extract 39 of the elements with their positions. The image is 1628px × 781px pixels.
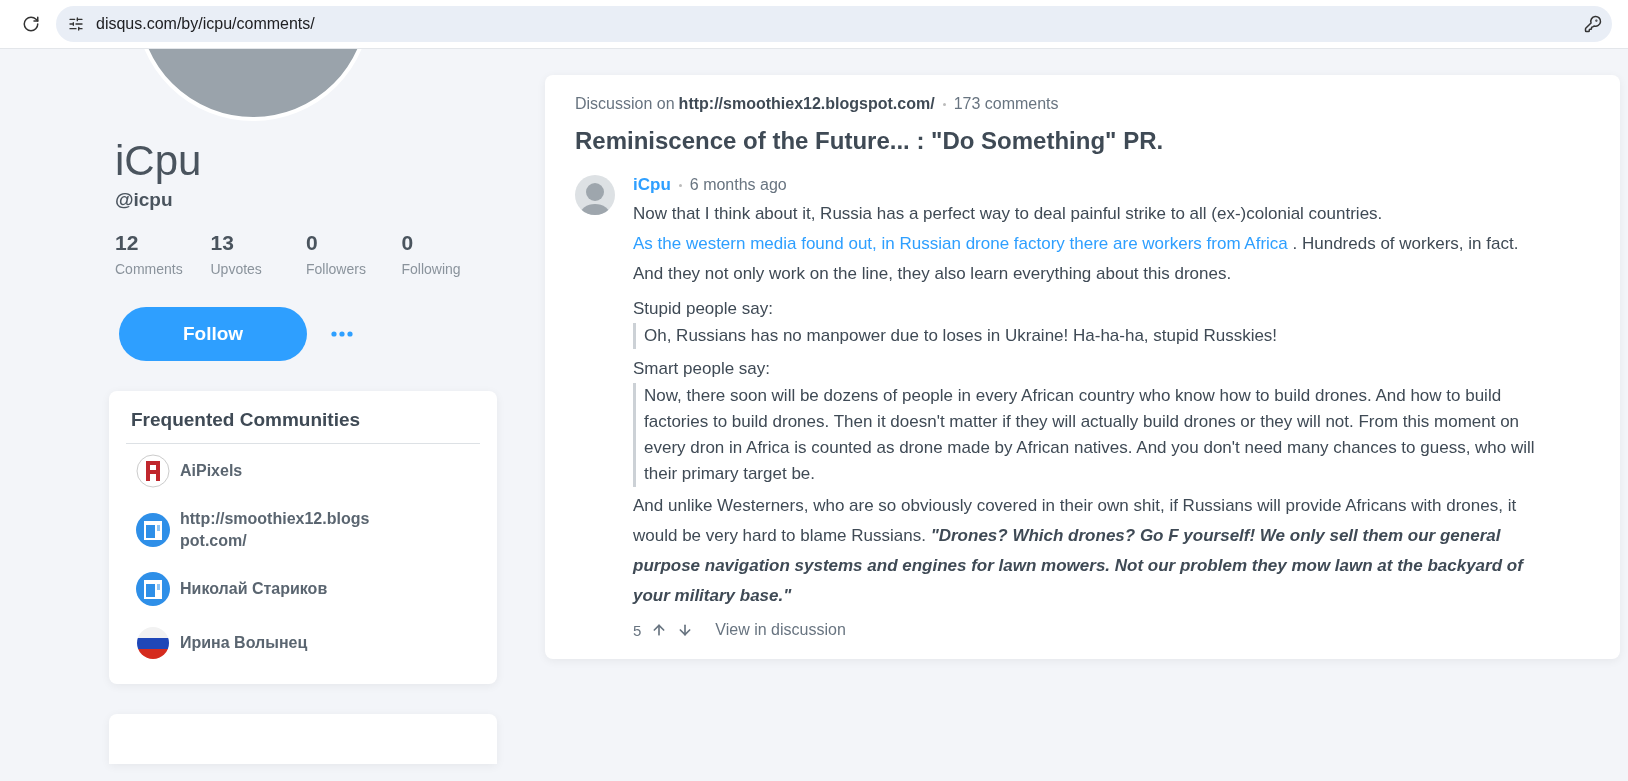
- profile-handle: @icpu: [115, 189, 174, 211]
- webpage-icon: [136, 513, 170, 547]
- key-icon[interactable]: [1584, 15, 1602, 33]
- stat-value: 0: [401, 231, 415, 255]
- comment-time: 6 months ago: [689, 176, 787, 194]
- discussion-prefix: Discussion on: [575, 95, 675, 113]
- site-link[interactable]: http://smoothiex12.blogspot.com/: [678, 95, 935, 113]
- letter-a-pixel-icon: [136, 454, 170, 488]
- user-avatar: [575, 175, 615, 215]
- stat-value: 12: [115, 231, 140, 255]
- stat-label: Comments: [115, 261, 184, 277]
- community-link[interactable]: Ирина Волынец: [180, 632, 370, 654]
- community-link[interactable]: AiPixels: [180, 460, 370, 482]
- profile-name: iCpu: [115, 137, 203, 185]
- stat-value: 0: [306, 231, 319, 255]
- stat-label: Following: [401, 261, 462, 277]
- address-bar[interactable]: disqus.com/by/icpu/comments/: [56, 6, 1612, 42]
- community-link[interactable]: Николай Стариков: [180, 578, 370, 600]
- quote-intro: Stupid people say:: [633, 298, 774, 320]
- stat-label: Upvotes: [210, 261, 263, 277]
- reload-icon[interactable]: [22, 15, 40, 33]
- block-quote: Oh, Russians has no manpower due to loses in Ukraine! Ha-ha-ha, stupid Russkies!: [633, 323, 1550, 349]
- stat-label: Followers: [306, 261, 367, 277]
- webpage-icon: [136, 572, 170, 606]
- card-title: Frequented Communities: [126, 409, 480, 444]
- community-link[interactable]: http://smoothiex12.blogspot.com/: [180, 508, 370, 552]
- view-in-discussion-link[interactable]: View in discussion: [715, 621, 846, 639]
- flag-icon: [136, 626, 170, 660]
- vote-count: 5: [633, 621, 642, 639]
- block-quote: Now, there soon will be dozens of people in every African country who know how to build drones. And how to build factories to build drones. Then it doesn't matter if they will actually build drones or they will not. From this moment on every dron in Africa is counted as drone made by African natives. And you don't need many chances to guess, who will their primary target be.: [633, 383, 1550, 487]
- comment-count: 173 comments: [953, 95, 1059, 113]
- comment-paragraph: Now that I think about it, Russia has a perfect way to deal painful strike to all (ex-)colonial countries. As the western media found out, in Russian drone factory there are workers from Africa . Hundreds of workers, in fact. And they not only work on the line, they also learn everything about this drones.: [633, 203, 1520, 285]
- discussion-title[interactable]: Reminiscence of the Future... : "Do Something" PR.: [575, 127, 1590, 155]
- site-settings-icon[interactable]: [68, 16, 84, 32]
- more-icon[interactable]: [331, 331, 353, 337]
- quote-intro: Smart people say:: [633, 358, 771, 380]
- comment-paragraph: And unlike Westerners, who are so obviously covered in their own shit, if Russians will provide Africans with drones, it would be very hard to blame Russians. "Drones? Which drones? Go F yourself! We only sell them our general purpose navigation systems and engines for lawn mowers. Not our problem they mow lawn at the backyard of your military base.": [633, 495, 1526, 607]
- stat-value: 13: [210, 231, 235, 255]
- url-text: disqus.com/by/icpu/comments/: [96, 15, 316, 33]
